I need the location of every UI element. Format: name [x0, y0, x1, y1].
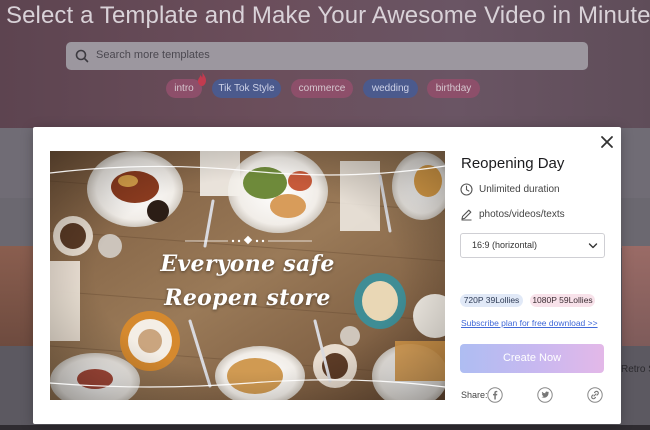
template-label: Retro S [621, 364, 650, 375]
preview-caption-line1: Everyone safe [160, 251, 335, 277]
chevron-down-icon [588, 243, 598, 249]
facebook-icon[interactable] [487, 387, 503, 403]
aspect-ratio-select[interactable]: 16:9 (horizontal) [460, 233, 605, 258]
price-badge-1080p[interactable]: 1080P 59Lollies [530, 294, 595, 307]
search-bar[interactable]: Search more templates [66, 42, 588, 70]
subscribe-link[interactable]: Subscribe plan for free download >> [461, 318, 598, 328]
template-info-panel: Reopening Day Unlimited duration photos/… [460, 127, 610, 424]
duration-text: Unlimited duration [479, 184, 560, 195]
share-label: Share: [461, 390, 488, 400]
template-preview-modal: Everyone safe Reopen store Reopening Day… [33, 127, 621, 424]
tag-commerce[interactable]: commerce [291, 79, 353, 98]
search-icon [75, 49, 89, 63]
aspect-ratio-value: 16:9 (horizontal) [472, 240, 538, 250]
twitter-icon[interactable] [537, 387, 553, 403]
video-preview[interactable]: Everyone safe Reopen store [50, 151, 445, 400]
create-now-button[interactable]: Create Now [460, 344, 604, 373]
page-title: Select a Template and Make Your Awesome … [6, 2, 650, 29]
media-text: photos/videos/texts [479, 209, 565, 220]
template-thumbnail[interactable] [622, 246, 650, 346]
link-icon[interactable] [587, 387, 603, 403]
hero-banner: Select a Template and Make Your Awesome … [0, 0, 650, 128]
tag-birthday[interactable]: birthday [427, 79, 480, 98]
tag-wedding[interactable]: wedding [363, 79, 418, 98]
search-input[interactable]: Search more templates [96, 49, 210, 61]
template-title: Reopening Day [461, 155, 565, 172]
clock-icon [460, 183, 473, 196]
pencil-icon [461, 209, 472, 221]
tag-tiktok-style[interactable]: Tik Tok Style [212, 79, 281, 98]
price-badge-720p[interactable]: 720P 39Lollies [460, 294, 523, 307]
template-thumbnail[interactable] [0, 246, 34, 346]
preview-caption-line2: Reopen store [164, 285, 331, 311]
background-footer [0, 425, 650, 430]
hot-flame-icon [198, 72, 206, 86]
